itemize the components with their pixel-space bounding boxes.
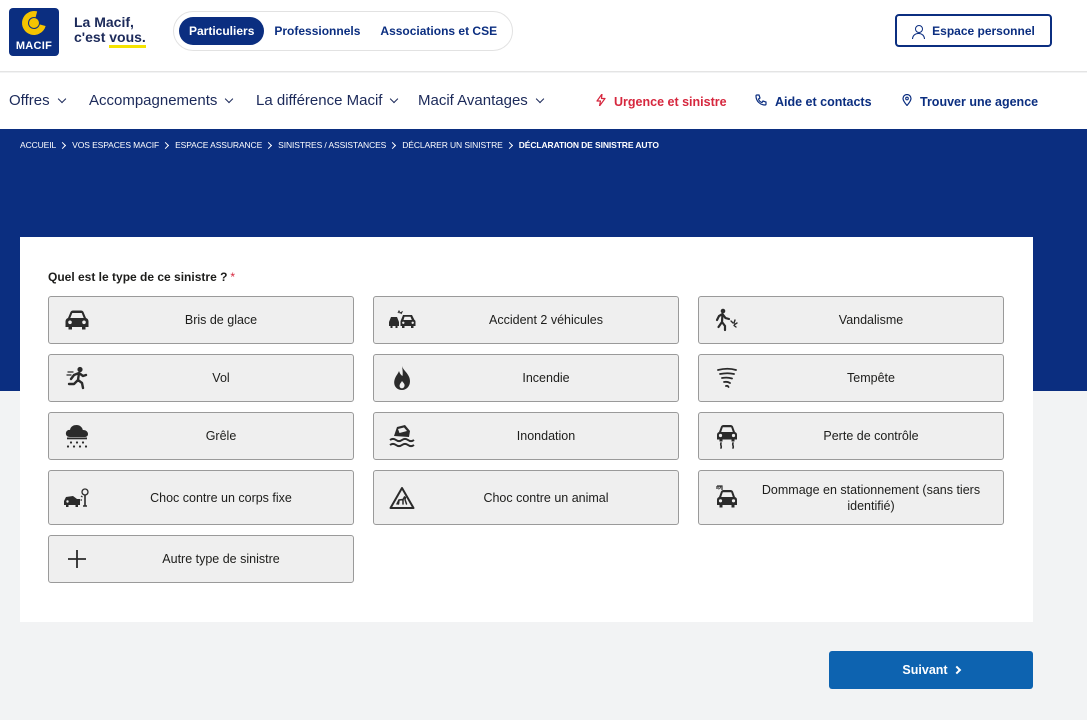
- nav-macif-avantages[interactable]: Macif Avantages: [418, 92, 545, 109]
- chevron-down-icon: [225, 94, 234, 104]
- chevron-right-icon: [389, 141, 397, 149]
- segment-particuliers[interactable]: Particuliers: [179, 17, 265, 45]
- slogan-line-2: c'est vous.: [74, 29, 146, 48]
- slogan-prefix: c'est: [74, 29, 110, 45]
- main-nav: Offres Accompagnements La différence Mac…: [0, 73, 1087, 129]
- option-label: Grêle: [205, 429, 237, 443]
- option-label: Vandalisme: [838, 313, 904, 327]
- chevron-down-icon: [535, 94, 545, 104]
- logo-text: MACIF: [15, 40, 53, 52]
- option-choc-corps-fixe[interactable]: Choc contre un corps fixe: [48, 470, 354, 525]
- breadcrumb-current: Déclaration de sinistre auto: [518, 140, 659, 150]
- breadcrumb: Accueil Vos espaces Macif Espace assuran…: [20, 140, 659, 150]
- thief-running-icon: [63, 364, 91, 392]
- nav-avantages-label: Macif Avantages: [418, 92, 528, 109]
- macif-logo[interactable]: MACIF: [9, 6, 59, 56]
- suivant-label: Suivant: [902, 663, 948, 677]
- breadcrumb-sinistres[interactable]: Sinistres / Assistances: [278, 140, 386, 150]
- tornado-icon: [713, 364, 741, 392]
- chevron-right-icon: [505, 141, 513, 149]
- option-bris-de-glace[interactable]: Bris de glace: [48, 296, 354, 344]
- chevron-right-icon: [162, 141, 170, 149]
- nav-urgence-sinistre[interactable]: Urgence et sinistre: [596, 93, 727, 109]
- question-text: Quel est le type de ce sinistre ?: [48, 270, 228, 284]
- car-crash-tree-icon: [63, 484, 91, 512]
- option-accident-2-vehicules[interactable]: Accident 2 véhicules: [373, 296, 679, 344]
- option-label: Vol: [212, 371, 230, 385]
- option-grele[interactable]: Grêle: [48, 412, 354, 460]
- phone-icon: [755, 94, 767, 109]
- nav-aide-label: Aide et contacts: [775, 95, 872, 109]
- sinistre-type-card: Quel est le type de ce sinistre ? * Bris …: [20, 237, 1033, 622]
- brand-slogan: La Macif, c'est vous.: [74, 14, 146, 48]
- breadcrumb-accueil[interactable]: Accueil: [20, 140, 56, 150]
- hail-cloud-icon: [63, 422, 91, 450]
- parked-car-icon: P: [713, 484, 741, 512]
- nav-urgence-label: Urgence et sinistre: [614, 95, 727, 109]
- question-label: Quel est le type de ce sinistre ? *: [48, 270, 235, 284]
- nav-aide-contacts[interactable]: Aide et contacts: [755, 94, 872, 109]
- option-incendie[interactable]: Incendie: [373, 354, 679, 402]
- nav-accompagnements[interactable]: Accompagnements: [89, 92, 234, 109]
- nav-agence-label: Trouver une agence: [920, 95, 1039, 109]
- option-vol[interactable]: Vol: [48, 354, 354, 402]
- audience-switcher: Particuliers Professionnels Associations…: [173, 11, 513, 51]
- option-label: Accident 2 véhicules: [489, 313, 603, 327]
- nav-difference-macif[interactable]: La différence Macif: [256, 92, 399, 109]
- chevron-right-icon: [265, 141, 273, 149]
- fire-icon: [388, 364, 416, 392]
- animal-warning-icon: [388, 484, 416, 512]
- nav-offres[interactable]: Offres: [9, 92, 66, 109]
- required-mark: *: [230, 270, 236, 284]
- chevron-down-icon: [57, 94, 66, 104]
- lightning-icon: [596, 93, 606, 109]
- slogan-line-1: La Macif,: [74, 14, 134, 30]
- breadcrumb-espace-assurance[interactable]: Espace assurance: [175, 140, 262, 150]
- nav-difference-label: La différence Macif: [256, 92, 383, 109]
- segment-associations[interactable]: Associations et CSE: [370, 17, 507, 45]
- slogan-emphasis: vous.: [109, 29, 146, 48]
- car-collision-icon: [388, 306, 416, 334]
- breadcrumb-declarer[interactable]: Déclarer un sinistre: [402, 140, 503, 150]
- option-label: Perte de contrôle: [823, 429, 919, 443]
- logo-dot: [29, 18, 39, 28]
- option-dommage-stationnement[interactable]: P Dommage en stationnement (sans tiers i…: [698, 470, 1004, 525]
- chevron-right-icon: [952, 665, 961, 675]
- option-perte-de-controle[interactable]: Perte de contrôle: [698, 412, 1004, 460]
- option-choc-animal[interactable]: Choc contre un animal: [373, 470, 679, 525]
- option-label: Bris de glace: [184, 313, 258, 327]
- option-autre-type[interactable]: Autre type de sinistre: [48, 535, 354, 583]
- nav-offres-label: Offres: [9, 92, 50, 109]
- flood-car-icon: [388, 422, 416, 450]
- location-pin-icon: [902, 93, 912, 109]
- nav-trouver-agence[interactable]: Trouver une agence: [902, 93, 1039, 109]
- option-label: Incendie: [522, 371, 570, 385]
- car-skid-icon: [713, 422, 741, 450]
- option-label: Choc contre un corps fixe: [150, 490, 292, 505]
- suivant-button[interactable]: Suivant: [829, 651, 1033, 689]
- espace-personnel-button[interactable]: Espace personnel: [895, 14, 1052, 47]
- chevron-right-icon: [59, 141, 67, 149]
- option-vandalisme[interactable]: Vandalisme: [698, 296, 1004, 344]
- top-header: MACIF La Macif, c'est vous. Particuliers…: [0, 0, 1087, 72]
- option-label: Tempête: [847, 371, 895, 385]
- option-label: Autre type de sinistre: [162, 552, 280, 566]
- chevron-down-icon: [390, 94, 399, 104]
- option-inondation[interactable]: Inondation: [373, 412, 679, 460]
- option-label: Dommage en stationnement (sans tiers ide…: [761, 482, 981, 513]
- nav-accompagnements-label: Accompagnements: [89, 92, 218, 109]
- vandal-icon: [713, 306, 741, 334]
- user-icon: [912, 24, 926, 39]
- plus-icon: [63, 545, 91, 573]
- espace-personnel-label: Espace personnel: [932, 23, 1035, 38]
- option-tempete[interactable]: Tempête: [698, 354, 1004, 402]
- car-front-icon: [63, 306, 91, 334]
- option-label: Choc contre un animal: [483, 490, 609, 505]
- segment-professionnels[interactable]: Professionnels: [264, 17, 370, 45]
- breadcrumb-vos-espaces[interactable]: Vos espaces Macif: [72, 140, 159, 150]
- option-label: Inondation: [516, 429, 576, 443]
